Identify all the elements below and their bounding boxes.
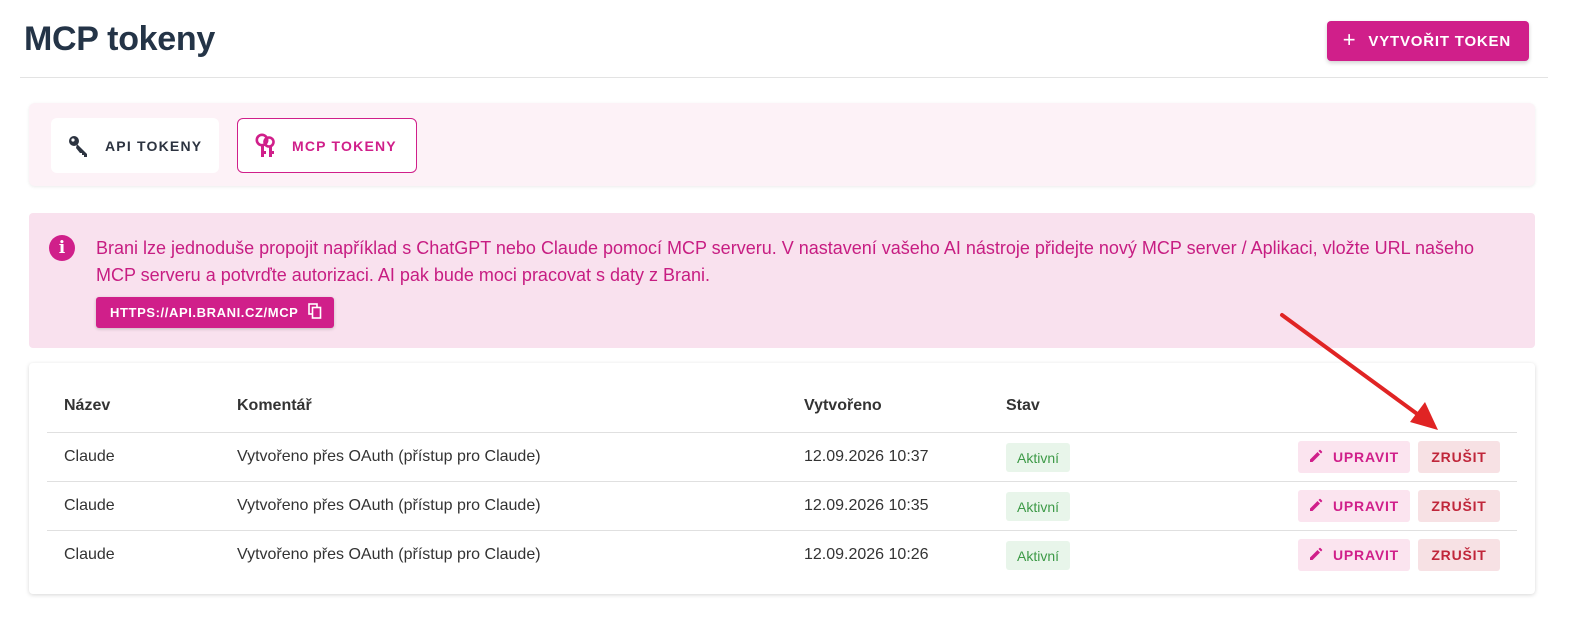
column-header-name: Název (64, 397, 111, 414)
copy-mcp-url-button[interactable]: HTTPS://API.BRANI.CZ/MCP (96, 297, 335, 328)
cell-comment: Vytvořeno přes OAuth (přístup pro Claude… (237, 546, 541, 563)
edit-button[interactable]: UPRAVIT (1298, 539, 1410, 571)
edit-label: UPRAVIT (1332, 547, 1399, 563)
tab-mcp-tokens-label: MCP TOKENY (292, 137, 397, 154)
cell-name: Claude (64, 497, 115, 514)
tokens-table: Název Komentář Vytvořeno Stav Claude Vyt… (29, 363, 1535, 594)
mcp-url-label: HTTPS://API.BRANI.CZ/MCP (110, 305, 299, 320)
table-row: Claude Vytvořeno přes OAuth (přístup pro… (47, 531, 1517, 580)
table-row: Claude Vytvořeno přes OAuth (přístup pro… (47, 433, 1517, 482)
cell-name: Claude (64, 448, 115, 465)
status-badge: Aktivní (1006, 492, 1071, 521)
pencil-icon (1309, 449, 1323, 466)
edit-label: UPRAVIT (1332, 498, 1399, 514)
revoke-button[interactable]: ZRUŠIT (1418, 490, 1500, 522)
table-header: Název Komentář Vytvořeno Stav (47, 383, 1517, 433)
cell-created: 12.09.2026 10:35 (804, 497, 929, 514)
table-row: Claude Vytvořeno přes OAuth (přístup pro… (47, 482, 1517, 531)
cell-created: 12.09.2026 10:26 (804, 546, 929, 563)
key-icon (67, 134, 91, 158)
edit-button[interactable]: UPRAVIT (1298, 490, 1410, 522)
plus-icon: + (1342, 27, 1357, 52)
info-icon: i (49, 235, 75, 261)
column-header-created: Vytvořeno (804, 397, 882, 414)
edit-label: UPRAVIT (1332, 449, 1399, 465)
tab-mcp-tokens[interactable]: MCP TOKENY (237, 118, 417, 173)
status-badge: Aktivní (1006, 443, 1071, 472)
tab-api-tokens-label: API TOKENY (105, 137, 203, 154)
info-alert: i Brani lze jednoduše propojit například… (29, 213, 1535, 348)
cell-created: 12.09.2026 10:37 (804, 448, 929, 465)
tab-api-tokens[interactable]: API TOKENY (51, 118, 219, 173)
token-tabs: API TOKENY MCP TOKENY (29, 103, 1535, 186)
cell-name: Claude (64, 546, 115, 563)
pencil-icon (1309, 547, 1323, 564)
page-header: MCP tokeny + VYTVOŘIT TOKEN (20, 0, 1548, 78)
pencil-icon (1309, 498, 1323, 515)
column-header-status: Stav (1006, 397, 1040, 414)
cell-comment: Vytvořeno přes OAuth (přístup pro Claude… (237, 448, 541, 465)
column-header-comment: Komentář (237, 397, 312, 414)
revoke-button[interactable]: ZRUŠIT (1418, 539, 1500, 571)
copy-icon (308, 303, 322, 322)
edit-button[interactable]: UPRAVIT (1298, 441, 1410, 473)
page-title: MCP tokeny (24, 20, 215, 58)
info-text: Brani lze jednoduše propojit například s… (96, 238, 1475, 285)
create-token-button[interactable]: + VYTVOŘIT TOKEN (1326, 21, 1529, 61)
revoke-button[interactable]: ZRUŠIT (1418, 441, 1500, 473)
mcp-keys-icon (254, 133, 278, 159)
status-badge: Aktivní (1006, 541, 1071, 570)
create-token-label: VYTVOŘIT TOKEN (1368, 32, 1511, 50)
cell-comment: Vytvořeno přes OAuth (přístup pro Claude… (237, 497, 541, 514)
